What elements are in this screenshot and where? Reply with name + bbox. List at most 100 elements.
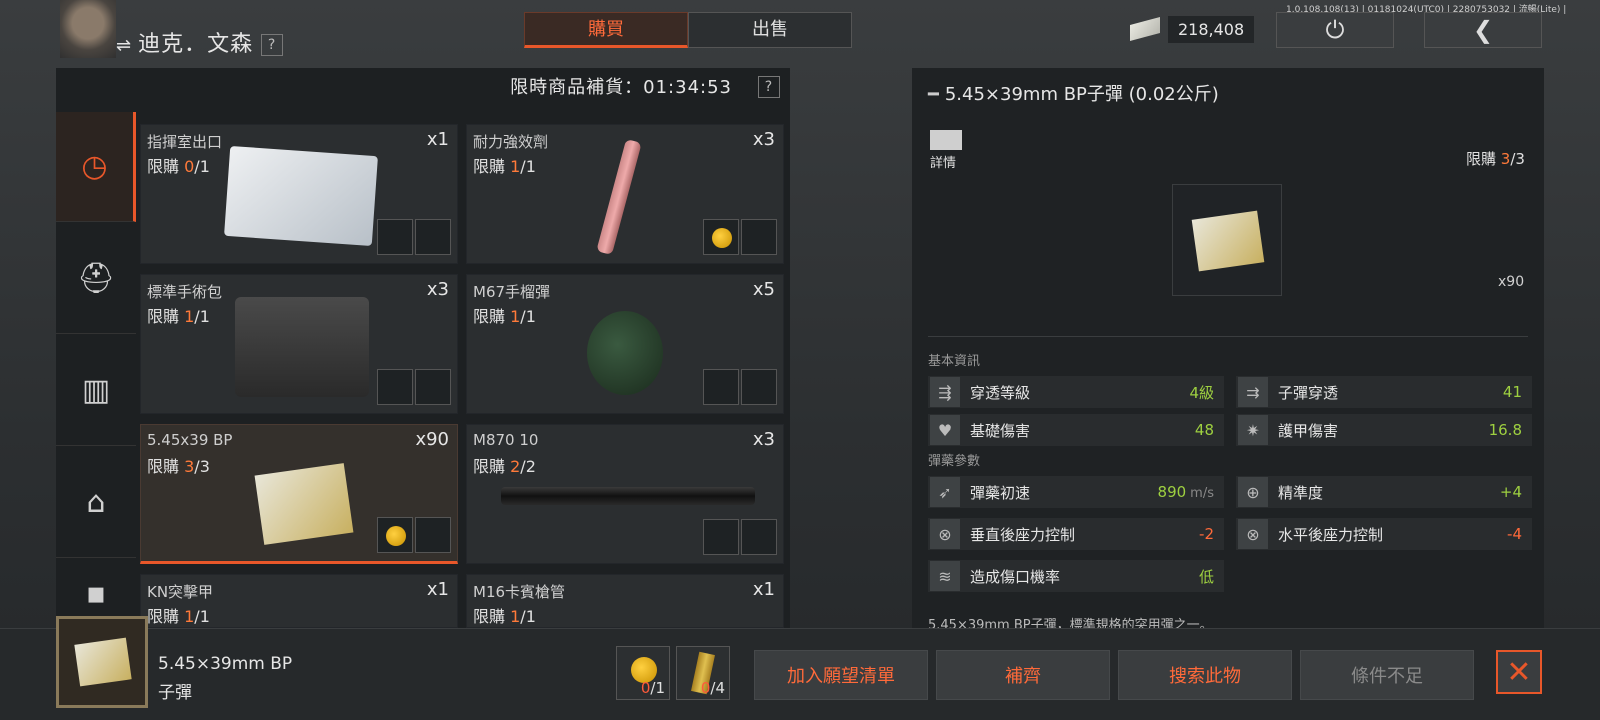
details-icon[interactable] bbox=[930, 130, 962, 150]
item-name: M16卡賓槍管 bbox=[473, 583, 566, 601]
cost-slot bbox=[377, 219, 413, 255]
restock-button[interactable]: 補齊 bbox=[936, 650, 1110, 700]
search-item-button[interactable]: 搜索此物 bbox=[1118, 650, 1292, 700]
shop-item-card[interactable]: M870 10 限購 2/2 x3 bbox=[466, 424, 784, 564]
armor-damage-icon: ✷ bbox=[1238, 415, 1268, 445]
barrel-image bbox=[501, 487, 755, 505]
item-limit: 限購 1/1 bbox=[473, 307, 536, 326]
shop-item-card[interactable]: M67手榴彈 限購 1/1 x5 bbox=[466, 274, 784, 414]
detail-item-image bbox=[1172, 184, 1282, 296]
helmet-icon: ⛑ bbox=[76, 261, 116, 296]
vertical-recoil-icon: ⊗ bbox=[930, 519, 960, 549]
requirement-slot[interactable]: 0/1 bbox=[616, 646, 670, 700]
shop-item-card[interactable]: KN突擊甲 限購 1/1 x1 bbox=[140, 574, 458, 628]
vest-icon: ▥ bbox=[81, 373, 111, 408]
cost-slot bbox=[415, 369, 451, 405]
category-limited[interactable]: ◷ bbox=[56, 112, 136, 222]
cash-icon bbox=[1130, 16, 1160, 42]
item-name: KN突擊甲 bbox=[147, 583, 214, 601]
ammo-params-heading: 彈藥參數 bbox=[928, 454, 981, 469]
stat-wound-chance: ≋ 造成傷口機率低 bbox=[928, 560, 1224, 592]
category-vest[interactable]: ▥ bbox=[56, 336, 136, 446]
item-limit: 限購 1/1 bbox=[473, 157, 536, 176]
power-button[interactable]: ⏻ bbox=[1276, 12, 1394, 48]
selected-item-name: 5.45×39mm BP bbox=[158, 654, 293, 674]
item-limit: 限購 1/1 bbox=[147, 307, 210, 326]
swap-icon[interactable]: ⇌ bbox=[116, 35, 132, 56]
stat-base-damage: ♥ 基礎傷害 48 bbox=[928, 414, 1224, 446]
backpack-icon: ⌂ bbox=[86, 485, 106, 520]
cost-slot bbox=[741, 219, 777, 255]
power-icon: ⏻ bbox=[1325, 16, 1345, 44]
shop-item-card[interactable]: 標準手術包 限購 1/1 x3 bbox=[140, 274, 458, 414]
item-name: 5.45x39 BP bbox=[147, 431, 233, 449]
back-arrow-icon: ❮ bbox=[1472, 16, 1494, 44]
shop-item-card[interactable]: M16卡賓槍管 限購 1/1 x1 bbox=[466, 574, 784, 628]
req-count: 0/4 bbox=[700, 679, 725, 697]
requirement-slot[interactable]: 0/4 bbox=[676, 646, 730, 700]
item-limit: 限購 1/1 bbox=[147, 607, 210, 626]
stat-muzzle-velocity: ➶ 彈藥初速 890 m/s bbox=[928, 476, 1224, 508]
stat-penetration-level: ⇶ 穿透等級 4級 bbox=[928, 376, 1224, 408]
item-qty: x3 bbox=[752, 429, 775, 450]
coin-icon bbox=[386, 526, 406, 546]
selected-item-thumb bbox=[56, 616, 148, 708]
divider bbox=[928, 336, 1528, 337]
category-sidebar: ◷ ⛑ ▥ ⌂ ▪ bbox=[56, 112, 136, 628]
stat-bullet-penetration: ⇉ 子彈穿透 41 bbox=[1236, 376, 1532, 408]
injector-image bbox=[596, 138, 642, 256]
item-name: 耐力強效劑 bbox=[473, 133, 549, 151]
cost-slot bbox=[741, 369, 777, 405]
restock-timer: 限時商品補貨：01:34:53? bbox=[56, 68, 790, 108]
stat-horizontal-recoil: ⊗ 水平後座力控制 -4 bbox=[1236, 518, 1532, 550]
coin-icon bbox=[712, 228, 732, 248]
wound-icon: ≋ bbox=[930, 561, 960, 591]
category-helmet[interactable]: ⛑ bbox=[56, 224, 136, 334]
stat-accuracy: ⊕ 精準度 +4 bbox=[1236, 476, 1532, 508]
category-backpack[interactable]: ⌂ bbox=[56, 448, 136, 558]
item-name: M67手榴彈 bbox=[473, 283, 551, 301]
player-name[interactable]: ⇌ 迪克．文森? bbox=[116, 26, 284, 58]
selected-item-type: 子彈 bbox=[158, 683, 192, 703]
cost-slot bbox=[703, 219, 739, 255]
add-wishlist-button[interactable]: 加入願望清單 bbox=[754, 650, 928, 700]
unavailable-button[interactable]: 條件不足 bbox=[1300, 650, 1474, 700]
shop-item-card[interactable]: 指揮室出口 限購 0/1 x1 bbox=[140, 124, 458, 264]
penetration-icon: ⇶ bbox=[930, 377, 960, 407]
req-count: 0/1 bbox=[640, 679, 665, 697]
help-icon[interactable]: ? bbox=[261, 34, 284, 56]
item-qty: x1 bbox=[426, 129, 449, 150]
cost-slot bbox=[377, 369, 413, 405]
bullet-icon: ━ bbox=[928, 84, 939, 105]
tab-sell[interactable]: 出售 bbox=[688, 12, 852, 48]
shop-item-card-selected[interactable]: 5.45x39 BP 限購 3/3 x90 bbox=[140, 424, 458, 564]
stat-vertical-recoil: ⊗ 垂直後座力控制 -2 bbox=[928, 518, 1224, 550]
broken-heart-icon: ♥ bbox=[930, 415, 960, 445]
cost-slot bbox=[703, 519, 739, 555]
clock-icon: ◷ bbox=[81, 149, 108, 184]
close-icon: ✕ bbox=[1506, 654, 1532, 690]
grenade-image bbox=[587, 311, 663, 395]
details-label[interactable]: 詳情 bbox=[930, 152, 956, 171]
item-name: M870 10 bbox=[473, 431, 539, 449]
item-name: 指揮室出口 bbox=[147, 133, 223, 151]
cost-slot bbox=[703, 369, 739, 405]
restock-label: 限時商品補貨：01:34:53 bbox=[510, 77, 732, 98]
item-qty: x90 bbox=[415, 429, 449, 450]
back-button[interactable]: ❮ bbox=[1424, 12, 1542, 48]
close-button[interactable]: ✕ bbox=[1496, 650, 1542, 694]
shop-item-card[interactable]: 耐力強效劑 限購 1/1 x3 bbox=[466, 124, 784, 264]
detail-limit: 限購 3/3 bbox=[1466, 150, 1525, 168]
cost-slot bbox=[377, 517, 413, 553]
stat-armor-damage: ✷ 護甲傷害 16.8 bbox=[1236, 414, 1532, 446]
tab-buy[interactable]: 購買 bbox=[524, 12, 688, 48]
item-qty: x3 bbox=[752, 129, 775, 150]
player-avatar[interactable] bbox=[60, 0, 116, 58]
item-qty: x1 bbox=[752, 579, 775, 600]
horizontal-recoil-icon: ⊗ bbox=[1238, 519, 1268, 549]
velocity-icon: ➶ bbox=[930, 477, 960, 507]
restock-help-icon[interactable]: ? bbox=[758, 76, 780, 98]
item-qty: x1 bbox=[426, 579, 449, 600]
crosshair-icon: ⊕ bbox=[1238, 477, 1268, 507]
keycard-image bbox=[224, 145, 378, 247]
